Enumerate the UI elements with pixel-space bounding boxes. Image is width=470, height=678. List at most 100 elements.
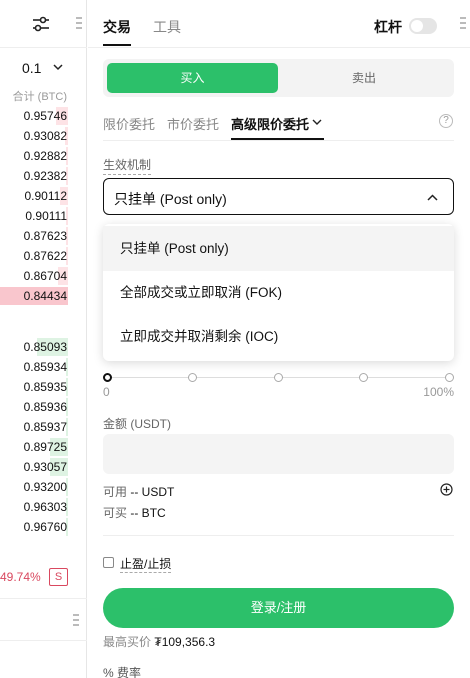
fee-rate-link[interactable]: % 费率 [103, 664, 141, 678]
bid-row[interactable]: 0.85093 [0, 337, 68, 357]
option-fok[interactable]: 全部成交或立即取消 (FOK) [103, 270, 454, 315]
buy-sell-switch: 买入 卖出 [103, 59, 454, 97]
divider [103, 140, 454, 141]
tab-advanced-limit-order[interactable]: 高级限价委托 [231, 114, 309, 133]
ask-total: 0.92882 [23, 149, 67, 163]
filter-settings-icon[interactable] [31, 14, 51, 34]
bid-row[interactable]: 0.85934 [0, 357, 68, 377]
divider [103, 535, 454, 536]
add-funds-icon[interactable] [440, 483, 453, 496]
slider-tick[interactable] [188, 373, 197, 382]
slider-tick[interactable] [359, 373, 368, 382]
leverage-toggle[interactable] [409, 18, 437, 34]
active-tab-indicator [103, 44, 131, 46]
sell-button[interactable]: 卖出 [278, 63, 450, 93]
ask-total: 0.90112 [24, 189, 68, 203]
orderbook-panel: 0.1 合计 (BTC) 0.95746 0.93082 0.92882 0.9238… [0, 0, 87, 678]
drag-handle-icon[interactable] [73, 614, 79, 629]
slider-handle[interactable] [103, 373, 112, 382]
option-post-only[interactable]: 只挂单 (Post only) [103, 226, 454, 271]
bid-row[interactable]: 0.85935 [0, 377, 68, 397]
bid-row[interactable]: 0.96303 [0, 497, 68, 517]
ask-total: 0.86704 [23, 269, 67, 283]
bid-row[interactable]: 0.85936 [0, 397, 68, 417]
leverage-label: 杠杆 [374, 19, 402, 35]
drag-handle-icon[interactable] [460, 17, 466, 32]
tab-trade[interactable]: 交易 [103, 17, 131, 37]
ask-row[interactable]: 0.93082 [0, 126, 68, 146]
option-ioc[interactable]: 立即成交并取消剩余 (IOC) [103, 314, 454, 359]
tab-market-order[interactable]: 市价委托 [167, 114, 219, 133]
ask-total: 0.87622 [23, 249, 67, 263]
tab-limit-order[interactable]: 限价委托 [103, 114, 155, 133]
ask-total: 0.84434 [23, 289, 67, 303]
slider-tick[interactable] [445, 373, 454, 382]
max-buy-price: 最高买价 ₮109,356.3 [103, 633, 215, 650]
ask-row[interactable]: 0.92382 [0, 166, 68, 186]
sell-ratio: 49.74% [0, 570, 41, 584]
ask-total: 0.87623 [23, 229, 67, 243]
ask-row[interactable]: 0.92882 [0, 146, 68, 166]
ask-row[interactable]: 0.86704 [0, 266, 68, 286]
amount-label: 金额 (USDT) [103, 417, 171, 431]
bid-total: 0.85093 [23, 340, 67, 354]
ask-total: 0.90111 [25, 209, 67, 223]
chevron-up-icon [427, 194, 438, 201]
available-label: 可用 [103, 485, 128, 499]
trade-panel: 交易 工具 杠杆 买入 卖出 限价委托 市价委托 高级限价委托 ? 生效机制 只… [88, 0, 470, 678]
bid-total: 0.96760 [23, 520, 67, 534]
ask-row[interactable]: 0.87623 [0, 226, 68, 246]
ask-row[interactable]: 0.95746 [0, 106, 68, 126]
buyable-value: -- BTC [130, 506, 166, 520]
orderbook-header [0, 0, 87, 48]
mechanism-selected-value: 只挂单 (Post only) [114, 191, 227, 207]
tpsl-checkbox[interactable] [103, 557, 114, 568]
drag-handle-icon[interactable] [76, 17, 82, 32]
bid-row[interactable]: 0.93200 [0, 477, 68, 497]
ask-total: 0.92382 [23, 169, 67, 183]
divider [0, 640, 87, 641]
ask-row[interactable]: 0.90111 [0, 206, 68, 226]
slider-max-label: 100% [423, 385, 454, 399]
bid-total: 0.85935 [23, 380, 67, 394]
ask-row[interactable]: 0.87622 [0, 246, 68, 266]
bid-total: 0.85937 [23, 420, 67, 434]
help-icon[interactable]: ? [439, 114, 453, 128]
ask-row[interactable]: 0.84434 [0, 286, 68, 306]
bid-row[interactable]: 0.96760 [0, 517, 68, 537]
bid-row[interactable]: 0.85937 [0, 417, 68, 437]
buy-button[interactable]: 买入 [107, 63, 278, 93]
mechanism-label: 生效机制 [103, 156, 152, 175]
tpsl-label[interactable]: 止盈/止损 [120, 555, 172, 573]
bid-total: 0.93200 [23, 480, 67, 494]
available-value: -- USDT [130, 485, 175, 499]
available-balance: 可用 -- USDT [103, 483, 174, 500]
bid-total: 0.85936 [23, 400, 67, 414]
bid-row[interactable]: 0.93057 [0, 457, 68, 477]
ask-total: 0.95746 [23, 109, 67, 123]
bid-total: 0.96303 [23, 500, 67, 514]
divider [0, 598, 87, 599]
tab-tools[interactable]: 工具 [153, 17, 181, 37]
total-column-header: 合计 (BTC) [12, 91, 67, 103]
divider [88, 47, 470, 48]
slider-min-label: 0 [103, 385, 110, 399]
price-step-select[interactable]: 0.1 [22, 60, 41, 76]
bid-total: 0.89725 [23, 440, 67, 454]
amount-input[interactable] [103, 434, 454, 474]
mechanism-select[interactable]: 只挂单 (Post only) [103, 178, 454, 215]
buyable-label: 可买 [103, 506, 128, 520]
max-price-label: 最高买价 [103, 635, 152, 649]
ask-row[interactable]: 0.90112 [0, 186, 68, 206]
max-price-value: ₮109,356.3 [154, 635, 216, 649]
login-register-button[interactable]: 登录/注册 [103, 588, 454, 628]
ask-total: 0.93082 [23, 129, 67, 143]
slider-tick[interactable] [274, 373, 283, 382]
chevron-down-icon[interactable] [52, 61, 64, 73]
buyable-amount: 可买 -- BTC [103, 504, 166, 521]
chevron-down-icon[interactable] [311, 116, 323, 128]
mechanism-dropdown: 只挂单 (Post only) 全部成交或立即取消 (FOK) 立即成交并取消剩… [103, 224, 454, 361]
bid-row[interactable]: 0.89725 [0, 437, 68, 457]
bid-total: 0.93057 [23, 460, 67, 474]
bid-total: 0.85934 [23, 360, 67, 374]
